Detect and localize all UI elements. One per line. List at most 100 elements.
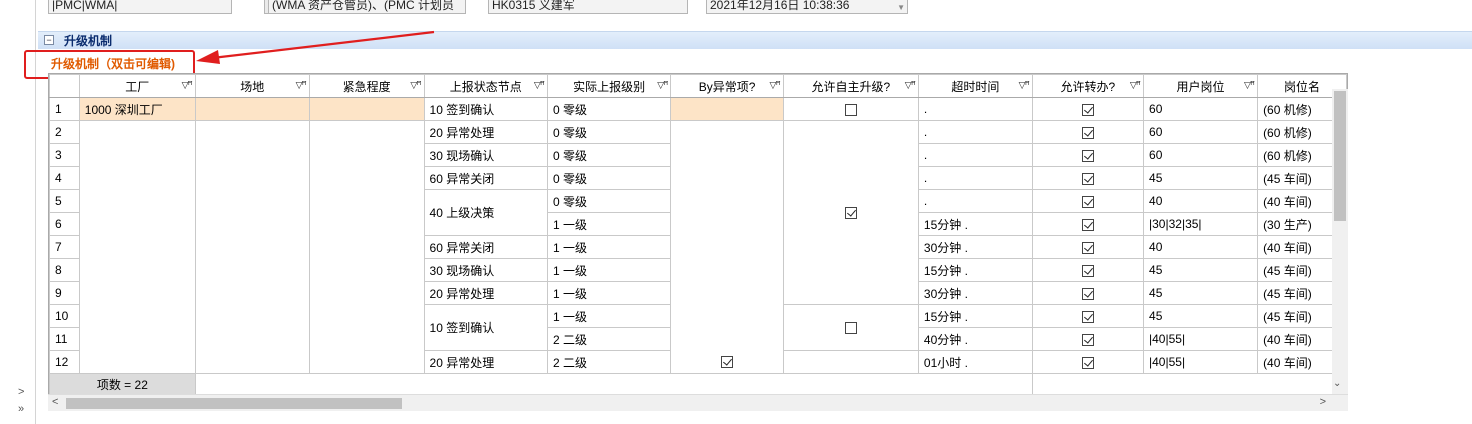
filter-pin-icon[interactable]: ▽ꟸ (182, 80, 193, 91)
cell-factory-merged[interactable] (78, 120, 196, 374)
cell-user-post[interactable]: |40|55| (1143, 350, 1259, 374)
escalation-grid[interactable]: 工厂 ▽ꟸ 场地 ▽ꟸ 紧急程度 ▽ꟸ 上报状态节点 ▽ꟸ 实际上报级别 ▽ꟸ By异常项… (48, 73, 1348, 411)
cell-report-node[interactable]: 30 现场确认 (423, 143, 548, 167)
cell-allow-transfer[interactable] (1031, 258, 1145, 282)
cell-report-level[interactable]: 1 一级 (546, 212, 672, 236)
column-header-auto-escalate[interactable]: 允许自主升级? ▽ꟸ (782, 74, 919, 98)
cell-allow-transfer[interactable] (1031, 212, 1145, 236)
cell-report-node[interactable]: 10 签到确认 (423, 97, 548, 121)
collapse-double-arrow-icon[interactable]: » (18, 403, 24, 415)
checkbox-checked[interactable] (1081, 218, 1094, 231)
checkbox-checked[interactable] (1081, 333, 1094, 346)
cell-timeout[interactable]: . (917, 189, 1033, 213)
cell-timeout[interactable]: 01小时 . (917, 350, 1033, 374)
cell-report-node[interactable]: 10 签到确认 (423, 304, 548, 351)
cell-site[interactable] (194, 97, 310, 121)
cell-report-node[interactable]: 60 异常关闭 (423, 166, 548, 190)
cell-report-level[interactable]: 0 零级 (546, 143, 672, 167)
horizontal-scrollbar[interactable]: < > (48, 394, 1348, 411)
cell-allow-transfer[interactable] (1031, 350, 1145, 374)
table-row[interactable]: 2 20 异常处理 0 零级 . 60 (60 机修) (49, 120, 1347, 374)
checkbox-checked[interactable] (1081, 126, 1094, 139)
cell-report-node[interactable]: 30 现场确认 (423, 258, 548, 282)
cell-allow-transfer[interactable] (1031, 120, 1145, 144)
cell-allow-transfer[interactable] (1031, 281, 1145, 305)
checkbox-checked[interactable] (721, 355, 734, 368)
scroll-left-icon[interactable]: < (52, 396, 58, 408)
checkbox-checked[interactable] (1081, 241, 1094, 254)
cell-report-level[interactable]: 0 零级 (546, 166, 672, 190)
cell-auto-escalate[interactable] (782, 350, 919, 374)
cell-allow-transfer[interactable] (1031, 327, 1145, 351)
checkbox-unchecked[interactable] (844, 322, 857, 335)
filter-pin-icon[interactable]: ▽ꟸ (657, 80, 668, 91)
checkbox-checked[interactable] (1081, 103, 1094, 116)
horizontal-scroll-thumb[interactable] (66, 398, 402, 409)
checkbox-checked[interactable] (1081, 172, 1094, 185)
cell-timeout[interactable]: 15分钟 . (917, 258, 1033, 282)
checkbox-checked[interactable] (1081, 195, 1094, 208)
cell-factory[interactable]: 1000 深圳工厂 (78, 97, 196, 121)
cell-report-level[interactable]: 1 一级 (546, 258, 672, 282)
cell-by-exception[interactable] (670, 97, 784, 121)
expand-arrow-icon[interactable]: > (18, 386, 24, 398)
column-header-allow-transfer[interactable]: 允许转办? ▽ꟸ (1031, 74, 1145, 98)
role-codes-field[interactable]: |PMC|WMA| (48, 0, 232, 14)
column-header-report-node[interactable]: 上报状态节点 ▽ꟸ (423, 74, 548, 98)
checkbox-checked[interactable] (1081, 149, 1094, 162)
cell-report-level[interactable]: 1 一级 (546, 304, 672, 328)
cell-timeout[interactable]: . (917, 97, 1033, 121)
dropdown-arrow-icon[interactable]: ▼ (897, 0, 905, 13)
column-header-factory[interactable]: 工厂 ▽ꟸ (78, 74, 196, 98)
cell-timeout[interactable]: 30分钟 . (917, 281, 1033, 305)
table-row[interactable]: 1 1000 深圳工厂 10 签到确认 0 零级 . 60 (60 机修) (49, 97, 1347, 121)
cell-report-level[interactable]: 0 零级 (546, 97, 672, 121)
cell-site-merged[interactable] (194, 120, 310, 374)
cell-user-post[interactable]: 60 (1143, 120, 1259, 144)
cell-user-post[interactable]: 45 (1143, 304, 1259, 328)
filter-pin-icon[interactable]: ▽ꟸ (770, 80, 781, 91)
column-header-by-exception[interactable]: By异常项? ▽ꟸ (670, 74, 784, 98)
cell-allow-transfer[interactable] (1031, 143, 1145, 167)
cell-report-level[interactable]: 1 一级 (546, 281, 672, 305)
doc-number-field[interactable]: HK0315 义建军 (488, 0, 688, 14)
checkbox-checked[interactable] (1081, 310, 1094, 323)
vertical-scrollbar[interactable] (1332, 89, 1348, 394)
column-header-user-post[interactable]: 用户岗位 ▽ꟸ (1143, 74, 1259, 98)
cell-by-exception-merged[interactable] (670, 120, 784, 374)
cell-report-node[interactable]: 60 异常关闭 (423, 235, 548, 259)
cell-user-post[interactable]: 40 (1143, 189, 1259, 213)
cell-user-post[interactable]: 45 (1143, 281, 1259, 305)
cell-user-post[interactable]: |30|32|35| (1143, 212, 1259, 236)
cell-allow-transfer[interactable] (1031, 166, 1145, 190)
cell-report-node[interactable]: 20 异常处理 (423, 350, 548, 374)
cell-timeout[interactable]: 30分钟 . (917, 235, 1033, 259)
cell-user-post[interactable]: 45 (1143, 258, 1259, 282)
filter-pin-icon[interactable]: ▽ꟸ (905, 80, 916, 91)
collapse-toggle-icon[interactable]: − (44, 35, 54, 45)
cell-allow-transfer[interactable] (1031, 97, 1145, 121)
checkbox-checked[interactable] (844, 207, 857, 220)
scroll-right-icon[interactable]: > (1320, 396, 1326, 408)
cell-report-node[interactable]: 40 上级决策 (423, 189, 548, 236)
checkbox-checked[interactable] (1081, 264, 1094, 277)
cell-timeout[interactable]: . (917, 120, 1033, 144)
filter-pin-icon[interactable]: ▽ꟸ (534, 80, 545, 91)
checkbox-unchecked[interactable] (844, 103, 857, 116)
column-header-report-level[interactable]: 实际上报级别 ▽ꟸ (546, 74, 672, 98)
checkbox-checked[interactable] (1081, 356, 1094, 369)
filter-pin-icon[interactable]: ▽ꟸ (1130, 80, 1141, 91)
role-names-field[interactable]: (WMA 资产仓管员)、(PMC 计划员 (268, 0, 466, 14)
cell-allow-transfer[interactable] (1031, 189, 1145, 213)
cell-report-level[interactable]: 2 二级 (546, 327, 672, 351)
cell-report-level[interactable]: 2 二级 (546, 350, 672, 374)
cell-report-level[interactable]: 0 零级 (546, 120, 672, 144)
cell-report-level[interactable]: 1 一级 (546, 235, 672, 259)
cell-auto-escalate-merged[interactable] (782, 304, 919, 351)
filter-pin-icon[interactable]: ▽ꟸ (410, 80, 421, 91)
cell-user-post[interactable]: 60 (1143, 97, 1259, 121)
cell-timeout[interactable]: . (917, 166, 1033, 190)
cell-report-node[interactable]: 20 异常处理 (423, 120, 548, 144)
filter-pin-icon[interactable]: ▽ꟸ (1244, 80, 1255, 91)
filter-pin-icon[interactable]: ▽ꟸ (296, 80, 307, 91)
